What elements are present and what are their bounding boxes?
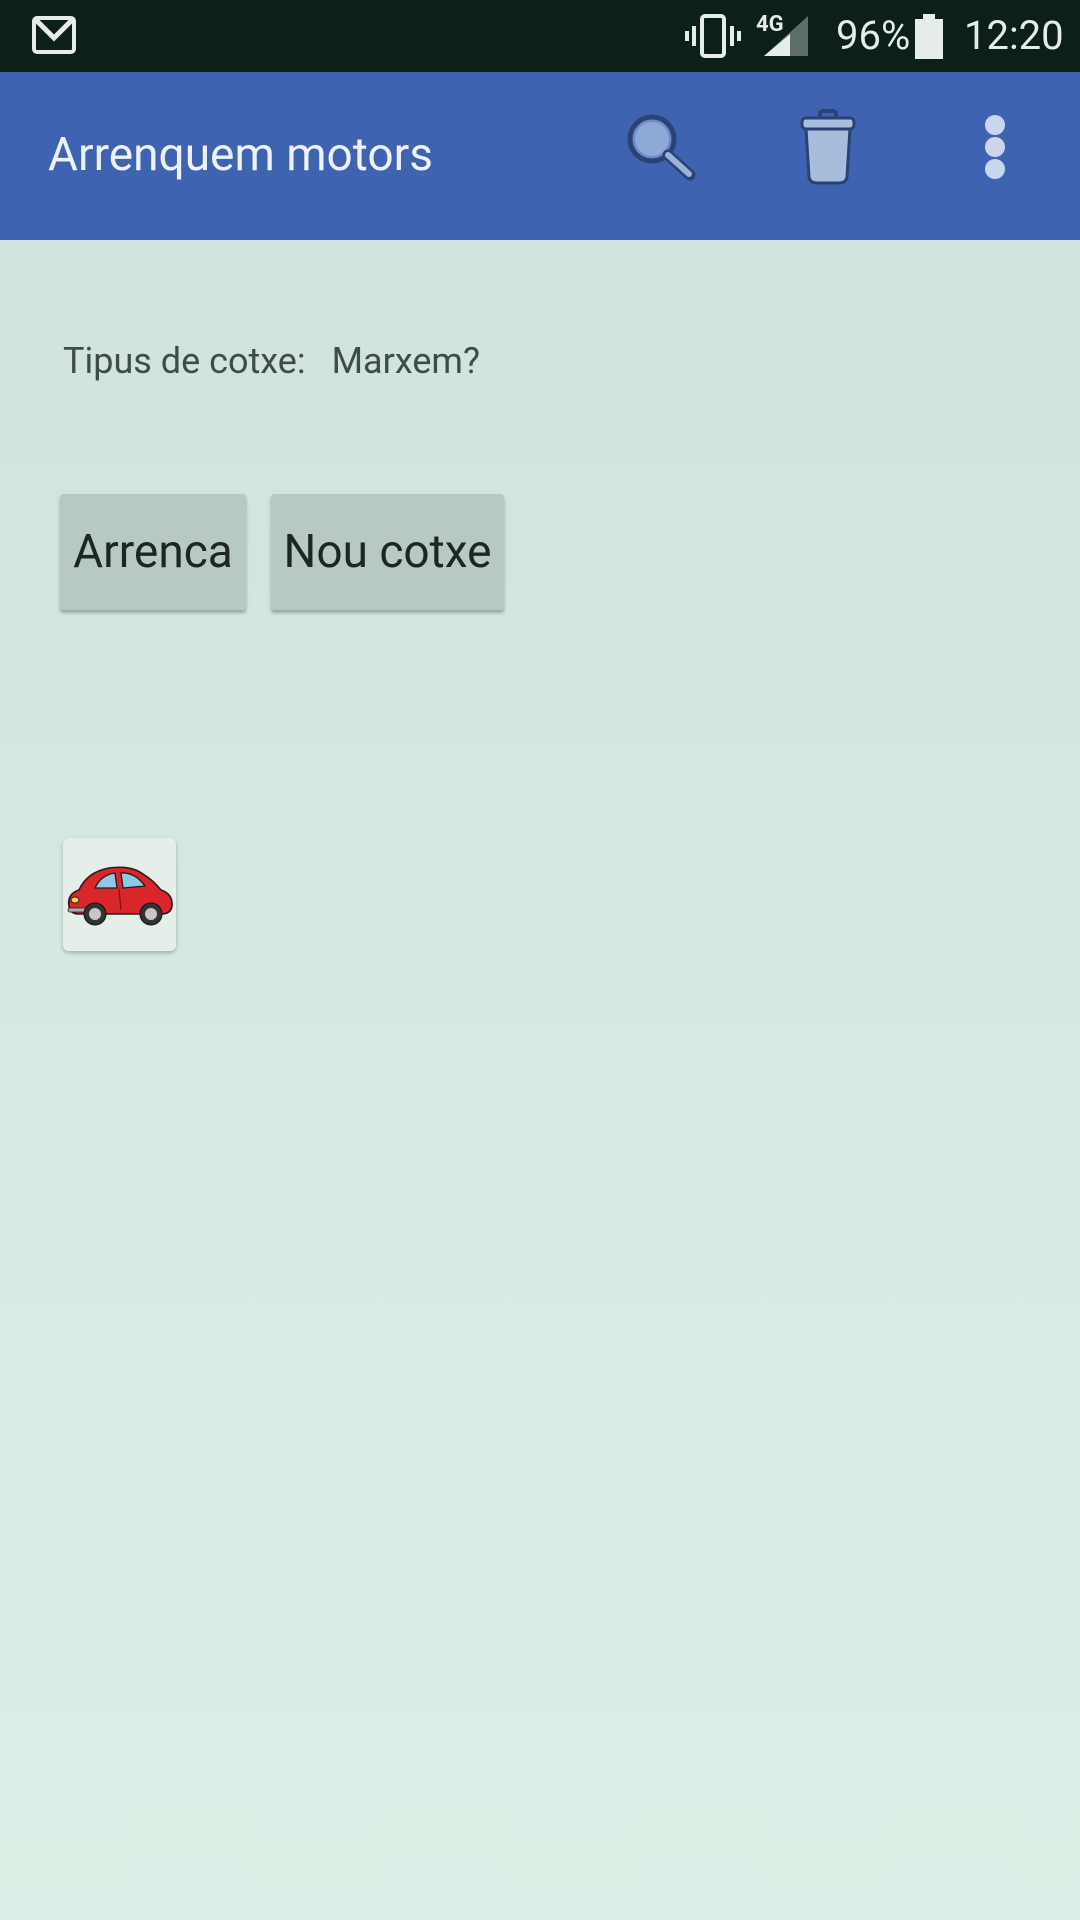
start-button[interactable]: Arrenca <box>60 494 246 610</box>
more-options-button[interactable] <box>950 102 1040 192</box>
more-vert-icon <box>985 115 1005 179</box>
screen: 4G 96% 12:20 Arrenquem motors Tipus de c… <box>0 0 1080 1920</box>
car-type-label: Tipus de cotxe: <box>63 340 306 382</box>
app-title: Arrenquem motors <box>48 128 433 182</box>
clock: 12:20 <box>964 12 1064 59</box>
network-type-label: 4G <box>756 12 784 37</box>
car-type-row: Tipus de cotxe: Marxem? <box>63 340 480 382</box>
app-bar: Arrenquem motors <box>0 72 1080 240</box>
trash-icon <box>800 109 856 185</box>
delete-button[interactable] <box>783 102 873 192</box>
vibrate-icon <box>685 14 741 58</box>
battery-percentage: 96% <box>836 12 911 59</box>
car-image-card[interactable] <box>63 838 176 951</box>
new-car-button[interactable]: Nou cotxe <box>271 494 504 610</box>
battery-icon <box>915 14 943 59</box>
car-type-value: Marxem? <box>331 340 481 382</box>
search-icon <box>627 114 696 181</box>
search-button[interactable] <box>615 102 705 192</box>
gmail-icon <box>32 16 76 54</box>
red-car-icon <box>67 865 173 925</box>
status-bar: 4G 96% 12:20 <box>0 0 1080 72</box>
